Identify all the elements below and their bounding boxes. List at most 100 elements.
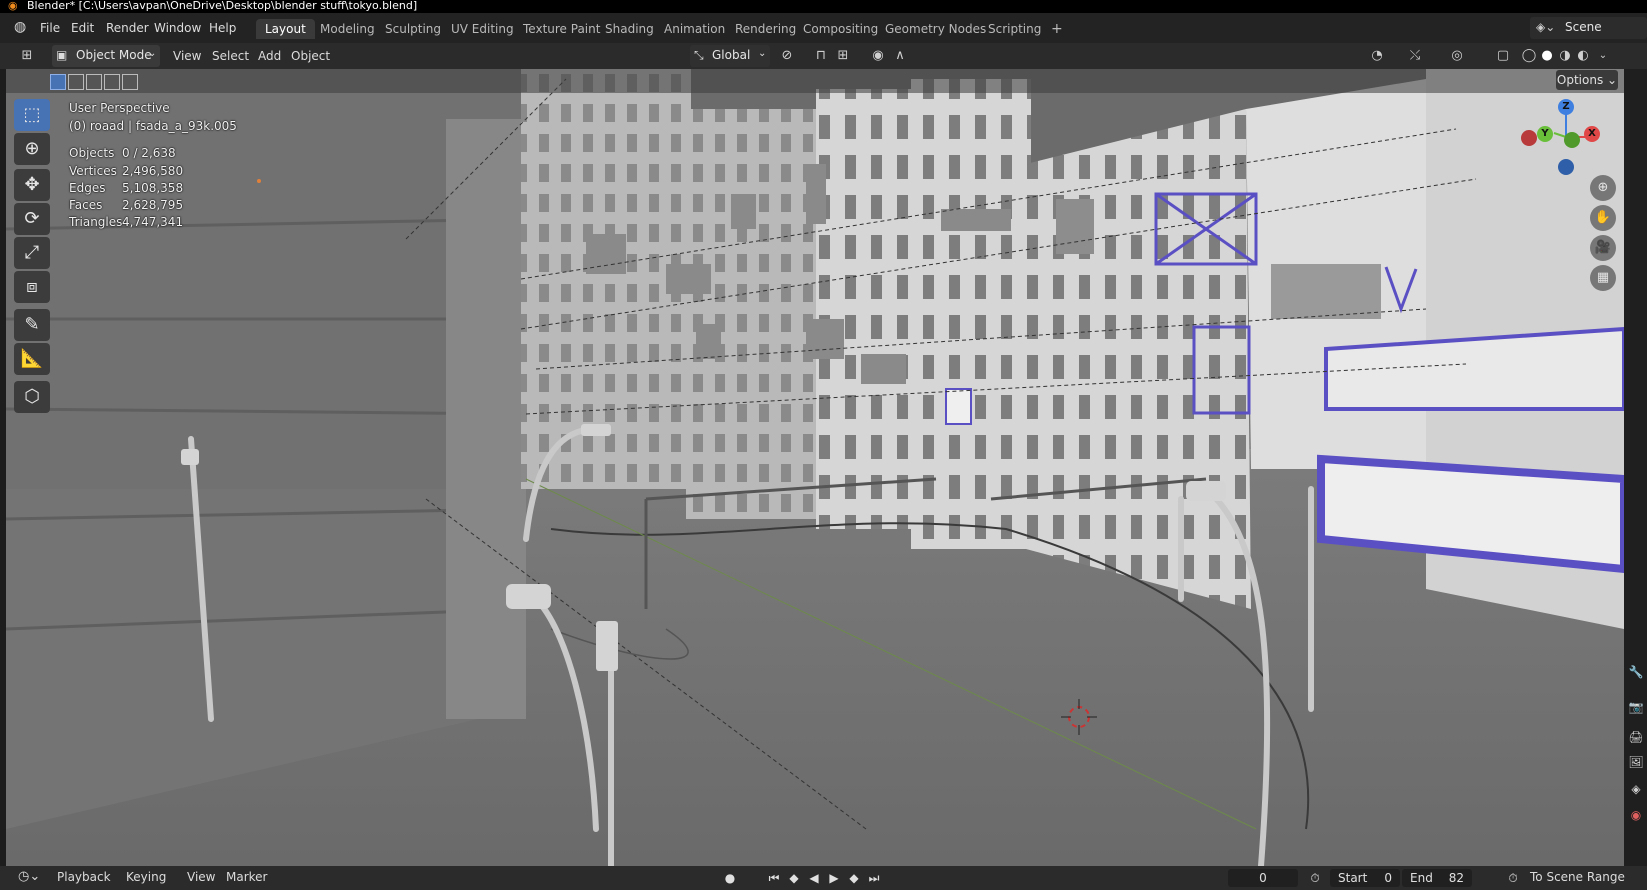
menu-select[interactable]: Select [212, 46, 249, 66]
scene-selector[interactable]: ◈⌄ Scene [1530, 17, 1647, 39]
timeline-editor-icon[interactable]: ◷⌄ [18, 869, 40, 884]
zoom-icon[interactable]: ⊕ [1590, 175, 1616, 201]
select-new-icon[interactable] [50, 74, 66, 90]
cursor-icon[interactable]: ⊕ [14, 133, 50, 165]
rotate-icon[interactable]: ⟳ [14, 203, 50, 235]
end-frame-field[interactable]: End 82 [1402, 869, 1472, 887]
object-mode-dropdown[interactable]: ▣ Object Mode ⌄ [52, 45, 160, 67]
gizmo-y-axis[interactable]: Y [1537, 126, 1553, 142]
stat-label: Vertices [69, 164, 117, 178]
end-label: End [1410, 871, 1433, 885]
blender-menu-icon[interactable]: ◍ [14, 19, 26, 35]
gizmo-neg-z[interactable] [1558, 159, 1574, 175]
annotate-icon[interactable]: ✎ [14, 309, 50, 341]
menu-help[interactable]: Help [209, 21, 236, 35]
scene-range-icon[interactable]: ⏱ [1505, 870, 1521, 886]
stat-value: 4,747,341 [122, 215, 184, 229]
menu-add[interactable]: Add [258, 46, 281, 66]
start-frame-field[interactable]: Start 0 [1330, 869, 1400, 887]
stat-value: 0 / 2,638 [122, 146, 176, 160]
jump-start-icon[interactable]: ⏮ [766, 870, 782, 886]
menu-view[interactable]: View [173, 46, 201, 66]
editor-type-icon[interactable]: ⊞ [18, 47, 36, 65]
play-icon[interactable]: ▶ [826, 870, 842, 886]
menu-file[interactable]: File [40, 21, 60, 35]
start-value: 0 [1384, 871, 1392, 885]
tool-properties-icon[interactable]: 🔧 [1628, 664, 1644, 680]
pivot-point-icon[interactable]: ⊘ [778, 47, 796, 65]
tab-geometry-nodes[interactable]: Geometry Nodes [876, 19, 995, 39]
chevron-down-icon: ⌄ [758, 48, 767, 59]
menu-render[interactable]: Render [106, 21, 149, 35]
stat-label: Edges [69, 181, 106, 195]
to-scene-range-label[interactable]: To Scene Range [1530, 870, 1625, 884]
scene-icon: ◈⌄ [1536, 20, 1556, 34]
tab-layout[interactable]: Layout [256, 19, 315, 39]
world-properties-icon[interactable]: ◉ [1628, 807, 1644, 823]
snap-icon[interactable]: ⊓ [812, 47, 830, 65]
menu-playback[interactable]: Playback [57, 870, 111, 884]
prev-keyframe-icon[interactable]: ◆ [786, 870, 802, 886]
tab-compositing[interactable]: Compositing [794, 19, 887, 39]
scale-icon[interactable]: ⤢ [14, 237, 50, 269]
gizmo-neg-y[interactable] [1564, 132, 1580, 148]
visibility-icon[interactable]: ◔ [1368, 47, 1386, 65]
select-extend-icon[interactable] [68, 74, 84, 90]
menu-keying[interactable]: Keying [126, 870, 166, 884]
tab-shading[interactable]: Shading [596, 19, 663, 39]
tab-modeling[interactable]: Modeling [311, 19, 384, 39]
play-reverse-icon[interactable]: ◀ [806, 870, 822, 886]
menu-edit[interactable]: Edit [71, 21, 94, 35]
solid-shading-icon[interactable]: ● [1538, 47, 1556, 65]
shading-options-icon[interactable]: ⌄ [1594, 47, 1612, 65]
rendered-shading-icon[interactable]: ◐ [1574, 47, 1592, 65]
pan-hand-icon[interactable]: ✋ [1590, 205, 1616, 231]
tab-animation[interactable]: Animation [655, 19, 734, 39]
gizmo-toggle-icon[interactable]: ⤯ [1406, 47, 1424, 65]
stopwatch-icon[interactable]: ⏱ [1307, 870, 1323, 886]
add-workspace-button[interactable]: + [1042, 19, 1072, 39]
transform-orientation-dropdown[interactable]: ⤡ Global ⌄ [690, 45, 770, 67]
tab-scripting[interactable]: Scripting [979, 19, 1050, 39]
3d-viewport[interactable]: Options ⌄ ⬚ ⊕ ✥ ⟳ ⤢ ⧈ ✎ 📐 ⬡ User Perspec… [6, 69, 1624, 866]
select-box-icon[interactable]: ⬚ [14, 99, 50, 131]
tab-sculpting[interactable]: Sculpting [376, 19, 450, 39]
gizmo-x-axis[interactable]: X [1584, 126, 1600, 142]
jump-end-icon[interactable]: ⏭ [866, 870, 882, 886]
xray-toggle-icon[interactable]: ▢ [1494, 47, 1512, 65]
select-intersect-icon[interactable] [122, 74, 138, 90]
stat-label: Faces [69, 198, 103, 212]
add-cube-icon[interactable]: ⬡ [14, 381, 50, 413]
current-frame-field[interactable]: 0 [1228, 869, 1298, 887]
render-properties-icon[interactable]: 📷 [1628, 699, 1644, 715]
menu-marker[interactable]: Marker [226, 870, 267, 884]
menu-timeline-view[interactable]: View [187, 870, 215, 884]
wireframe-shading-icon[interactable]: ◯ [1520, 47, 1538, 65]
proportional-edit-icon[interactable]: ◉ [869, 47, 887, 65]
timeline-header: ◷⌄ Playback Keying View Marker ● ⏮ ◆ ◀ ▶… [0, 866, 1647, 890]
options-label: Options [1556, 73, 1604, 87]
camera-icon[interactable]: 🎥 [1590, 235, 1616, 261]
select-difference-icon[interactable] [104, 74, 120, 90]
overlay-toggle-icon[interactable]: ◎ [1448, 47, 1466, 65]
measure-icon[interactable]: 📐 [14, 343, 50, 375]
snap-target-icon[interactable]: ⊞ [834, 47, 852, 65]
falloff-icon[interactable]: ∧ [891, 47, 909, 65]
stat-value: 5,108,358 [122, 181, 184, 195]
menu-window[interactable]: Window [154, 21, 201, 35]
transform-icon[interactable]: ⧈ [14, 271, 50, 303]
view-layer-icon[interactable]: 🖼 [1628, 754, 1644, 770]
select-subtract-icon[interactable] [86, 74, 102, 90]
tab-uv-editing[interactable]: UV Editing [442, 19, 523, 39]
move-icon[interactable]: ✥ [14, 169, 50, 201]
record-icon[interactable]: ● [722, 870, 738, 886]
material-shading-icon[interactable]: ◑ [1556, 47, 1574, 65]
perspective-grid-icon[interactable]: ▦ [1590, 265, 1616, 291]
gizmo-z-axis[interactable]: Z [1558, 99, 1574, 115]
options-button[interactable]: Options ⌄ [1556, 70, 1618, 90]
gizmo-neg-x[interactable] [1521, 130, 1537, 146]
menu-object[interactable]: Object [291, 46, 330, 66]
scene-properties-icon[interactable]: ◈ [1628, 781, 1644, 797]
next-keyframe-icon[interactable]: ◆ [846, 870, 862, 886]
output-properties-icon[interactable]: 🖨 [1628, 729, 1644, 745]
